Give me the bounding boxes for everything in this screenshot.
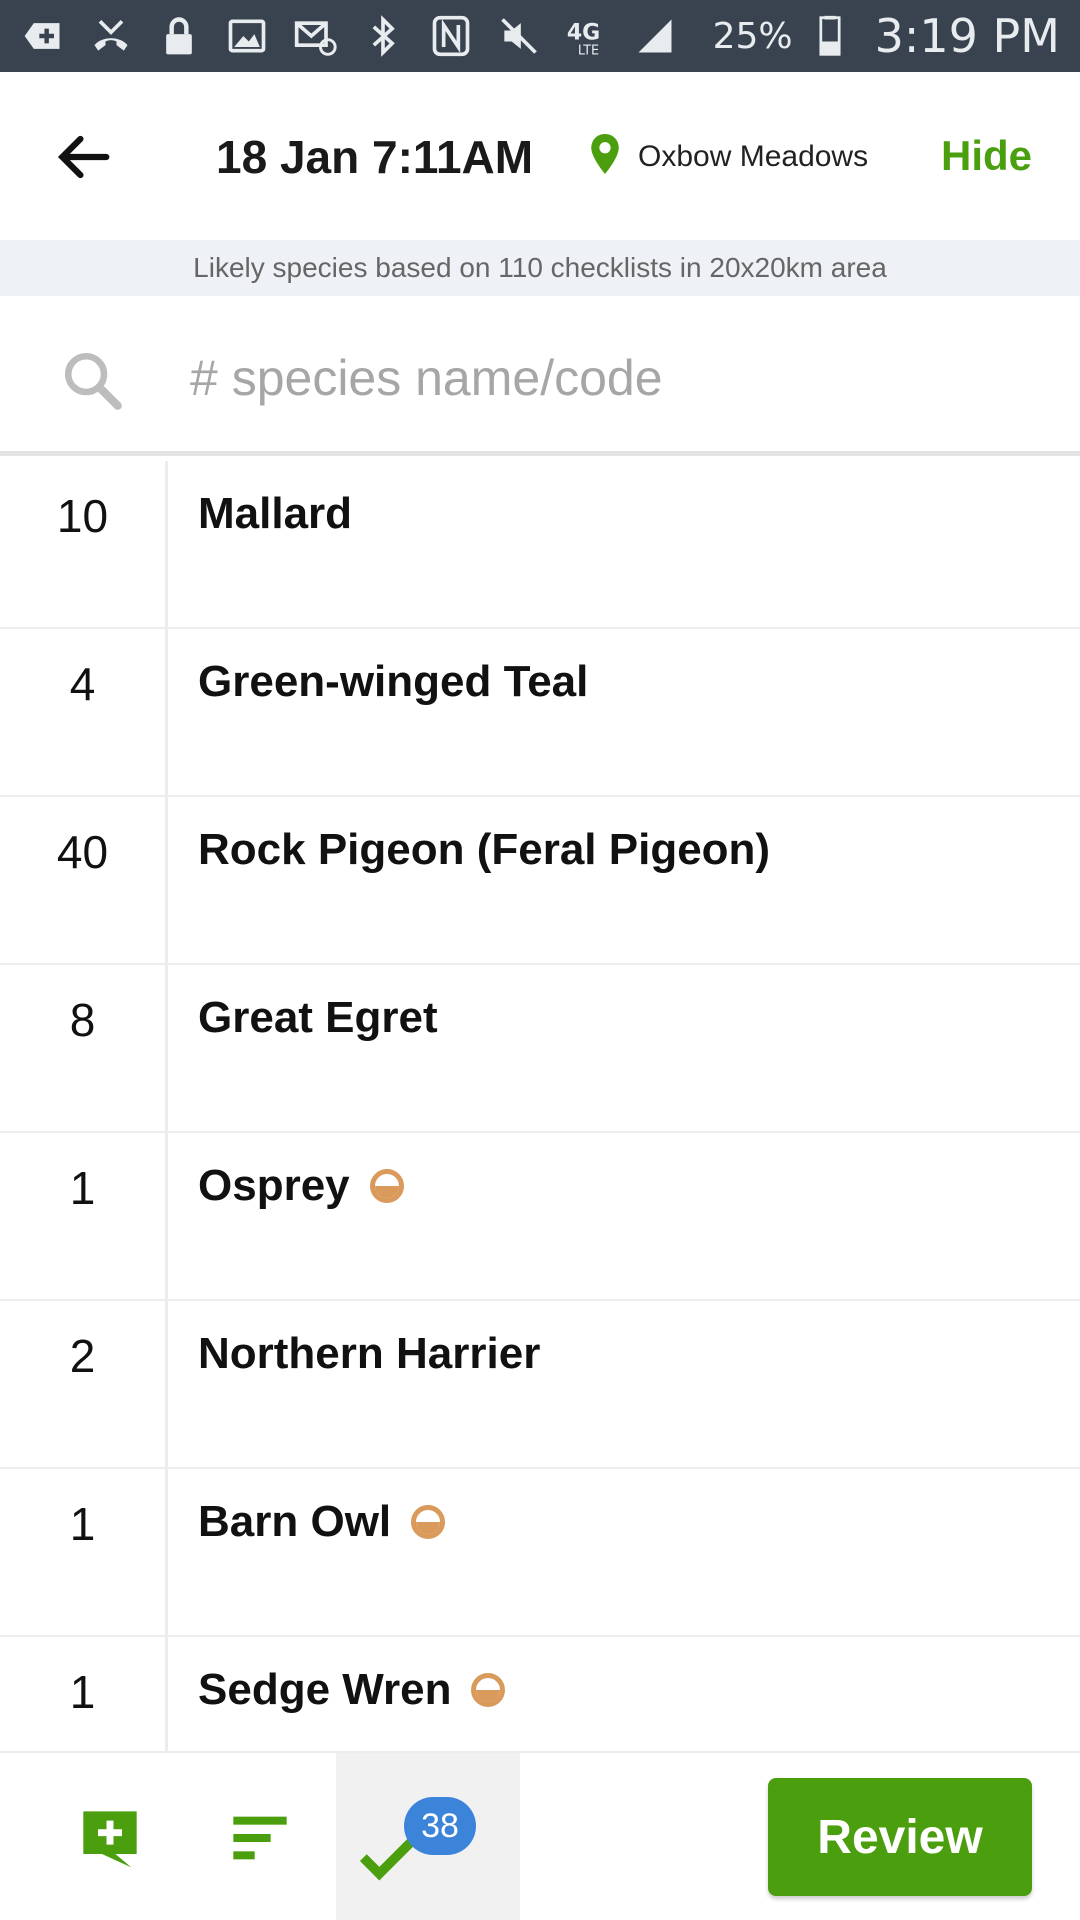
species-row[interactable]: 1 Sedge Wren — [0, 1637, 1080, 1751]
battery-percent: 25% — [712, 15, 793, 57]
species-row[interactable]: 40 Rock Pigeon (Feral Pigeon) — [0, 797, 1080, 965]
species-name-cell[interactable]: Green-winged Teal — [168, 629, 588, 707]
svg-text:LTE: LTE — [578, 43, 599, 58]
add-comment-button[interactable] — [40, 1753, 180, 1920]
sort-icon — [233, 1816, 287, 1859]
rare-species-icon — [411, 1505, 446, 1539]
species-count[interactable]: 4 — [0, 629, 168, 795]
status-bar: 4G LTE 25% 3:19 PM — [0, 0, 1080, 72]
battery-icon — [807, 13, 853, 59]
species-name-cell[interactable]: Osprey — [168, 1133, 404, 1211]
species-count[interactable]: 2 — [0, 1301, 168, 1467]
image-icon — [224, 13, 270, 59]
add-comment-icon — [83, 1810, 137, 1867]
species-name-cell[interactable]: Northern Harrier — [168, 1301, 540, 1379]
email-icon — [292, 13, 338, 59]
signal-icon — [632, 13, 678, 59]
clock: 3:19 PM — [874, 9, 1060, 63]
likely-species-banner: Likely species based on 110 checklists i… — [0, 240, 1080, 296]
species-count[interactable]: 1 — [0, 1637, 168, 1751]
species-name: Sedge Wren — [198, 1665, 452, 1714]
checklist-header: 18 Jan 7:11AM Oxbow Meadows Hide — [0, 72, 1080, 240]
species-count[interactable]: 40 — [0, 797, 168, 963]
species-row[interactable]: 1 Osprey — [0, 1133, 1080, 1301]
sort-button[interactable] — [190, 1753, 330, 1920]
species-row[interactable]: 10 Mallard — [0, 461, 1080, 629]
species-name-cell[interactable]: Rock Pigeon (Feral Pigeon) — [168, 797, 770, 875]
species-search-input[interactable] — [190, 336, 1030, 420]
missed-call-icon — [88, 13, 134, 59]
species-name-cell[interactable]: Barn Owl — [168, 1469, 446, 1547]
rare-species-icon — [369, 1169, 404, 1203]
species-name-cell[interactable]: Mallard — [168, 461, 352, 539]
status-right: 25% 3:19 PM — [713, 9, 1060, 63]
bottom-toolbar: 38 Review — [0, 1751, 1080, 1920]
back-arrow-icon[interactable] — [52, 126, 114, 188]
lte-icon: 4G LTE — [564, 13, 610, 59]
species-name: Northern Harrier — [198, 1329, 541, 1378]
species-count[interactable]: 10 — [0, 461, 168, 627]
rare-species-icon — [471, 1673, 506, 1707]
checklist-datetime[interactable]: 18 Jan 7:11AM — [216, 130, 533, 184]
mute-icon — [496, 13, 542, 59]
species-name-cell[interactable]: Great Egret — [168, 965, 438, 1043]
species-search-bar — [0, 296, 1080, 456]
species-name: Rock Pigeon (Feral Pigeon) — [198, 825, 771, 874]
location-name[interactable]: Oxbow Meadows — [638, 140, 868, 174]
species-count[interactable]: 1 — [0, 1133, 168, 1299]
notification-icons: 4G LTE — [20, 13, 678, 59]
species-name: Osprey — [198, 1161, 350, 1210]
species-count[interactable]: 8 — [0, 965, 168, 1131]
observed-count-badge: 38 — [404, 1797, 476, 1855]
nfc-icon — [428, 13, 474, 59]
species-name: Great Egret — [198, 993, 438, 1042]
species-row[interactable]: 2 Northern Harrier — [0, 1301, 1080, 1469]
species-row[interactable]: 4 Green-winged Teal — [0, 629, 1080, 797]
search-icon — [64, 352, 122, 410]
species-row[interactable]: 8 Great Egret — [0, 965, 1080, 1133]
bluetooth-icon — [360, 13, 406, 59]
species-name: Mallard — [198, 489, 353, 538]
species-name: Green-winged Teal — [198, 657, 589, 706]
species-name-cell[interactable]: Sedge Wren — [168, 1637, 506, 1715]
species-count[interactable]: 1 — [0, 1469, 168, 1635]
hide-button[interactable]: Hide — [941, 132, 1032, 180]
species-row[interactable]: 1 Barn Owl — [0, 1469, 1080, 1637]
lock-icon — [156, 13, 202, 59]
review-button[interactable]: Review — [768, 1778, 1032, 1896]
species-name: Barn Owl — [198, 1497, 392, 1546]
add-notification-icon — [20, 13, 66, 59]
location-pin-icon — [591, 134, 619, 174]
species-list: 10 Mallard 4 Green-winged Teal 40 Rock P… — [0, 461, 1080, 1751]
svg-text:4G: 4G — [567, 21, 600, 46]
observed-species-tab[interactable]: 38 — [336, 1753, 520, 1920]
